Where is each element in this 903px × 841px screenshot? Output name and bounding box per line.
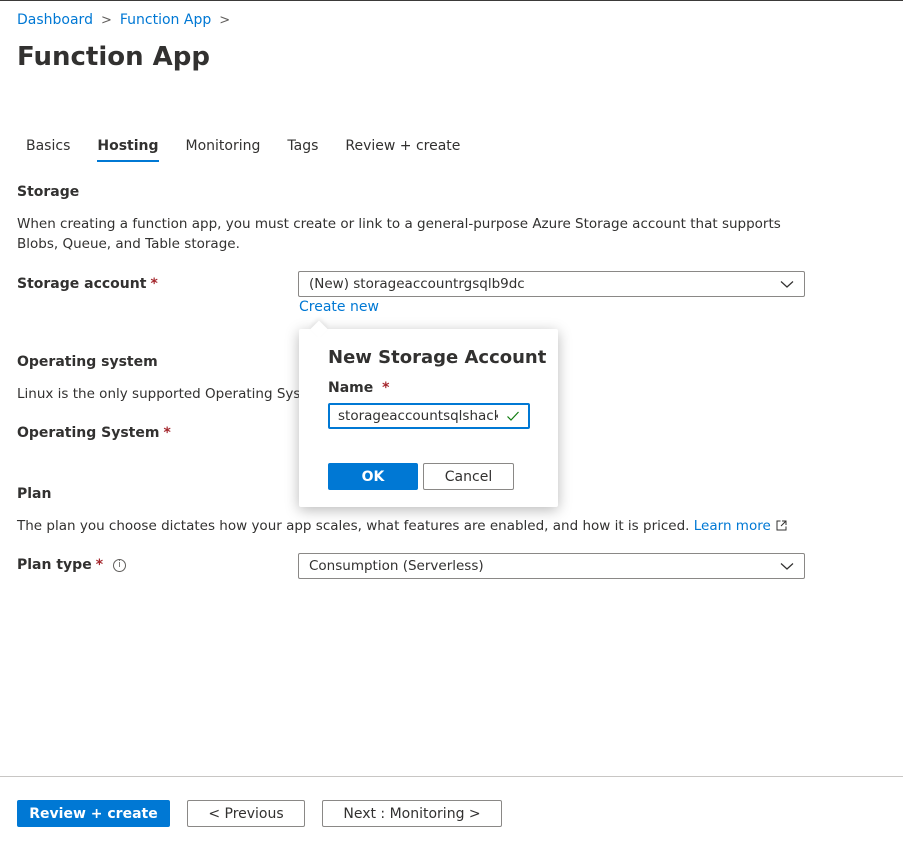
external-link-icon xyxy=(776,520,787,531)
plan-type-dropdown[interactable]: Consumption (Serverless) xyxy=(298,553,805,579)
footer-divider xyxy=(0,776,903,777)
storage-name-field[interactable] xyxy=(328,403,530,429)
next-monitoring-button[interactable]: Next : Monitoring > xyxy=(322,800,502,827)
plan-type-label: Plan type * i xyxy=(17,557,127,573)
plan-description: The plan you choose dictates how your ap… xyxy=(17,518,690,534)
callout-title: New Storage Account xyxy=(328,347,547,368)
chevron-down-icon xyxy=(780,563,794,570)
review-create-button[interactable]: Review + create xyxy=(17,800,170,827)
required-marker: * xyxy=(382,380,390,396)
name-label-text: Name xyxy=(328,380,374,396)
storage-account-label: Storage account * xyxy=(17,276,158,292)
required-marker: * xyxy=(163,425,171,441)
breadcrumb-dashboard[interactable]: Dashboard xyxy=(17,12,93,28)
storage-name-input[interactable] xyxy=(338,408,498,424)
breadcrumb-separator: > xyxy=(219,12,231,28)
info-icon[interactable]: i xyxy=(113,558,127,572)
tab-monitoring[interactable]: Monitoring xyxy=(186,138,261,162)
cancel-button[interactable]: Cancel xyxy=(423,463,514,490)
window-top-border xyxy=(0,0,903,1)
learn-more-link[interactable]: Learn more xyxy=(694,518,771,534)
breadcrumb: Dashboard > Function App > xyxy=(17,12,238,28)
storage-account-value: (New) storageaccountrgsqlb9dc xyxy=(309,276,525,292)
breadcrumb-function-app[interactable]: Function App xyxy=(120,12,211,28)
tab-tags[interactable]: Tags xyxy=(287,138,318,162)
tab-bar: Basics Hosting Monitoring Tags Review + … xyxy=(26,138,487,162)
breadcrumb-separator: > xyxy=(100,12,112,28)
plan-description-row: The plan you choose dictates how your ap… xyxy=(17,516,787,536)
operating-system-description: Linux is the only supported Operating Sy… xyxy=(17,386,328,402)
checkmark-icon xyxy=(507,411,519,421)
callout-beak xyxy=(310,320,328,338)
chevron-down-icon xyxy=(780,281,794,288)
ok-button[interactable]: OK xyxy=(328,463,418,490)
create-new-link[interactable]: Create new xyxy=(299,299,379,315)
operating-system-heading: Operating system xyxy=(17,354,158,370)
new-storage-account-callout: New Storage Account Name * OK Cancel xyxy=(299,320,558,507)
storage-account-label-text: Storage account xyxy=(17,276,147,292)
tab-basics[interactable]: Basics xyxy=(26,138,70,162)
storage-description: When creating a function app, you must c… xyxy=(17,216,781,252)
required-marker: * xyxy=(95,557,104,573)
storage-heading: Storage xyxy=(17,184,80,200)
storage-account-dropdown[interactable]: (New) storageaccountrgsqlb9dc xyxy=(298,271,805,297)
plan-heading: Plan xyxy=(17,486,52,502)
name-label: Name * xyxy=(328,380,389,396)
tab-review-create[interactable]: Review + create xyxy=(345,138,460,162)
previous-button[interactable]: < Previous xyxy=(187,800,305,827)
operating-system-label: Operating System * xyxy=(17,425,171,441)
operating-system-label-text: Operating System xyxy=(17,425,160,441)
required-marker: * xyxy=(150,276,158,292)
plan-type-label-text: Plan type xyxy=(17,557,92,573)
plan-type-value: Consumption (Serverless) xyxy=(309,558,484,574)
page-title: Function App xyxy=(17,42,211,72)
tab-hosting[interactable]: Hosting xyxy=(97,138,159,162)
